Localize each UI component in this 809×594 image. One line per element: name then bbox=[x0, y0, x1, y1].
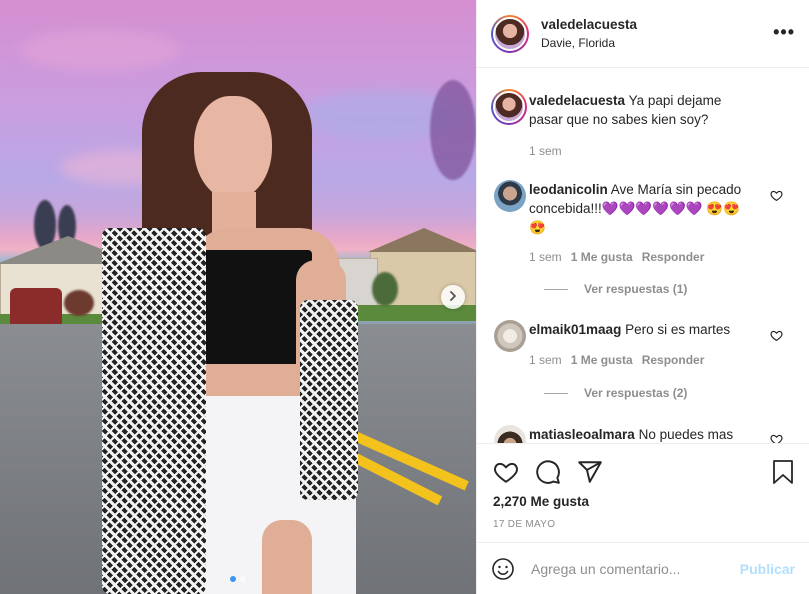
view-replies-button[interactable]: Ver respuestas (1) bbox=[544, 282, 687, 296]
comment-icon[interactable] bbox=[535, 459, 561, 485]
caption-meta: 1 sem bbox=[529, 144, 562, 158]
caption-avatar[interactable] bbox=[491, 89, 527, 125]
next-photo-button[interactable] bbox=[441, 285, 465, 309]
send-icon[interactable] bbox=[577, 459, 603, 485]
comment-text: leodanicolin Ave María sin pecado conceb… bbox=[529, 180, 744, 237]
comment-heart-icon[interactable] bbox=[770, 329, 783, 342]
add-comment-bar: Publicar bbox=[477, 542, 809, 594]
likes-count[interactable]: 2,270 Me gusta bbox=[493, 494, 589, 509]
comment-text: matiasleoalmara No puedes mas bbox=[529, 425, 744, 443]
bookmark-icon[interactable] bbox=[771, 459, 795, 485]
post-actions bbox=[493, 459, 603, 485]
comment-time[interactable]: 1 sem bbox=[529, 250, 562, 264]
emoji-icon[interactable] bbox=[491, 557, 515, 581]
post-side-panel: valedelacuesta Davie, Florida ••• valede… bbox=[476, 0, 809, 594]
comment-username[interactable]: leodanicolin bbox=[529, 182, 608, 197]
post-header: valedelacuesta Davie, Florida ••• bbox=[477, 0, 809, 68]
comment-heart-icon[interactable] bbox=[770, 189, 783, 202]
comment-username[interactable]: matiasleoalmara bbox=[529, 427, 635, 442]
comment-avatar[interactable] bbox=[494, 320, 526, 352]
caption-text: valedelacuesta Ya papi dejame pasar que … bbox=[529, 91, 744, 129]
carousel-indicator bbox=[0, 576, 476, 582]
heart-icon[interactable] bbox=[493, 459, 519, 485]
view-replies-label: Ver respuestas (2) bbox=[584, 386, 688, 400]
caption-time[interactable]: 1 sem bbox=[529, 144, 562, 158]
comment-time[interactable]: 1 sem bbox=[529, 353, 562, 367]
comment-likes[interactable]: 1 Me gusta bbox=[571, 250, 633, 264]
publish-button[interactable]: Publicar bbox=[740, 561, 795, 577]
comment-avatar[interactable] bbox=[494, 180, 526, 212]
comment-body: No puedes mas bbox=[638, 427, 734, 442]
chevron-right-icon bbox=[448, 288, 458, 306]
post-actions-section: 2,270 Me gusta 17 DE MAYO bbox=[477, 443, 809, 530]
author-username[interactable]: valedelacuesta bbox=[541, 17, 637, 32]
caption-username[interactable]: valedelacuesta bbox=[529, 93, 625, 108]
post-date[interactable]: 17 DE MAYO bbox=[493, 519, 555, 530]
carousel-dot bbox=[240, 576, 246, 582]
post-location[interactable]: Davie, Florida bbox=[541, 36, 637, 50]
comment-reply-button[interactable]: Responder bbox=[642, 353, 705, 367]
comment-username[interactable]: elmaik01maag bbox=[529, 322, 621, 337]
comment-text: elmaik01maag Pero si es martes bbox=[529, 320, 744, 339]
comment-avatar[interactable] bbox=[494, 425, 526, 443]
comment-meta: 1 sem 1 Me gusta Responder bbox=[529, 353, 704, 367]
more-horizontal-icon[interactable]: ••• bbox=[773, 22, 795, 43]
carousel-dot-active bbox=[230, 576, 236, 582]
comment-body: Pero si es martes bbox=[625, 322, 731, 337]
view-replies-button[interactable]: Ver respuestas (2) bbox=[544, 386, 687, 400]
comment-heart-icon[interactable] bbox=[770, 433, 783, 443]
comment-input[interactable] bbox=[531, 560, 740, 577]
author-avatar[interactable] bbox=[491, 14, 529, 53]
comment-likes[interactable]: 1 Me gusta bbox=[571, 353, 633, 367]
comment-reply-button[interactable]: Responder bbox=[642, 250, 705, 264]
comment-meta: 1 sem 1 Me gusta Responder bbox=[529, 250, 704, 264]
view-replies-label: Ver respuestas (1) bbox=[584, 282, 688, 296]
comments-list[interactable]: valedelacuesta Ya papi dejame pasar que … bbox=[477, 69, 809, 443]
post-photo[interactable] bbox=[0, 0, 476, 594]
